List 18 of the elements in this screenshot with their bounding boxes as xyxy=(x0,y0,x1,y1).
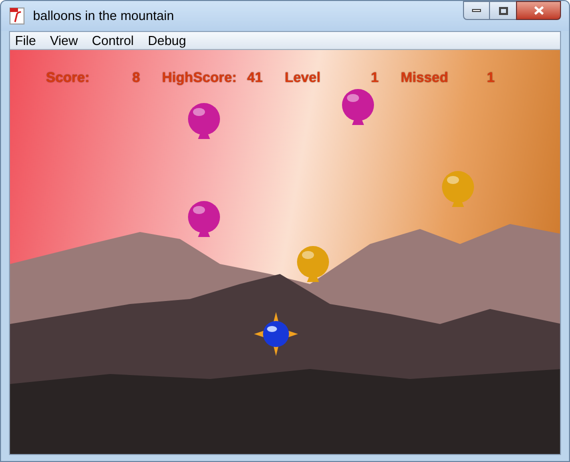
maximize-button[interactable] xyxy=(490,1,516,20)
hud-label: Missed xyxy=(400,68,450,86)
close-button[interactable] xyxy=(516,1,561,20)
menu-item[interactable]: Control xyxy=(92,34,134,47)
hud-value: 41 xyxy=(246,68,263,86)
hud-label: HighScore: xyxy=(162,68,238,86)
hud-value: 8 xyxy=(131,68,140,86)
hud-label: Score: xyxy=(46,68,91,86)
menu-item[interactable]: Debug xyxy=(148,34,186,47)
hud-label: Level xyxy=(284,68,322,86)
menu-item[interactable]: View xyxy=(50,34,78,47)
hud-value: 1 xyxy=(486,68,495,86)
menu-item[interactable]: File xyxy=(15,34,36,47)
minimize-button[interactable] xyxy=(463,1,490,20)
close-icon xyxy=(534,6,544,15)
app-icon xyxy=(9,7,25,25)
window-title: balloons in the mountain xyxy=(33,7,174,26)
hud-value: 1 xyxy=(370,68,379,86)
